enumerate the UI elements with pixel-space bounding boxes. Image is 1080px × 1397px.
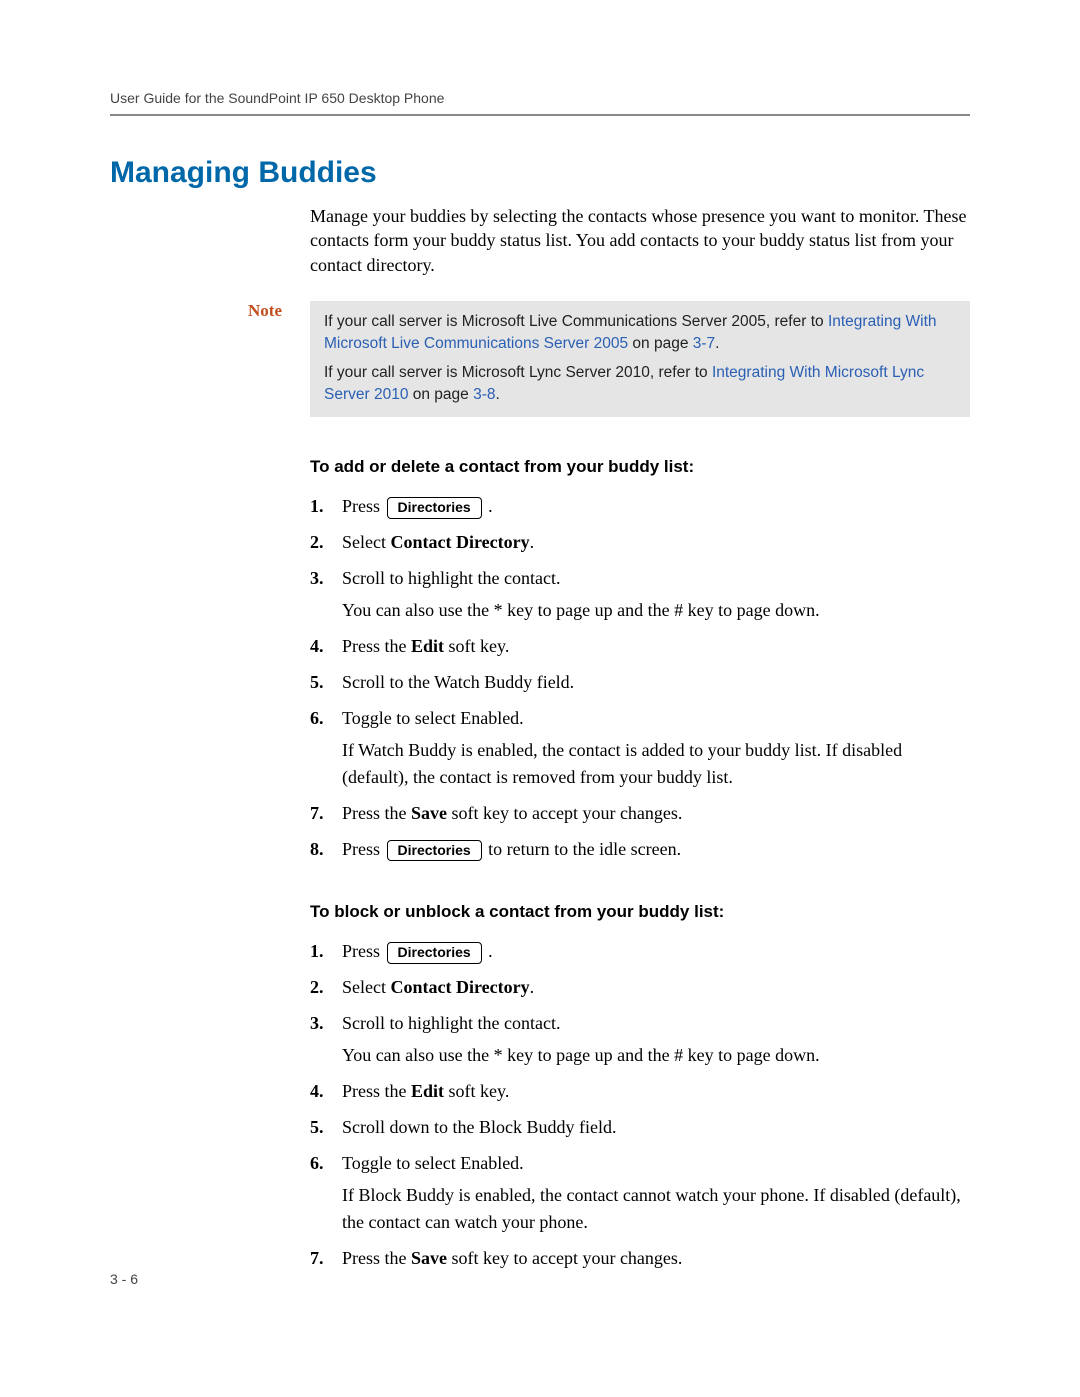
step: Toggle to select Enabled. If Watch Buddy… (310, 705, 970, 789)
directories-button-icon: Directories (387, 942, 482, 964)
running-header: User Guide for the SoundPoint IP 650 Des… (110, 90, 970, 116)
step: Toggle to select Enabled. If Block Buddy… (310, 1150, 970, 1234)
page: User Guide for the SoundPoint IP 650 Des… (0, 0, 1080, 1397)
step-text: Scroll to highlight the contact. (342, 1013, 560, 1033)
note-text: If your call server is Microsoft Lync Se… (324, 364, 712, 381)
step: Scroll to highlight the contact. You can… (310, 1010, 970, 1068)
directories-button-icon: Directories (387, 497, 482, 519)
procedure-title: To block or unblock a contact from your … (310, 902, 970, 922)
step-list: Press Directories . Select Contact Direc… (310, 493, 970, 862)
note-block: Note If your call server is Microsoft Li… (110, 301, 970, 417)
step-text: Toggle to select Enabled. (342, 708, 524, 728)
intro-paragraph: Manage your buddies by selecting the con… (310, 204, 970, 277)
note-text: . (715, 335, 719, 352)
procedure-1: To add or delete a contact from your bud… (310, 457, 970, 1271)
step-text: soft key. (444, 636, 509, 656)
step-text: . (488, 941, 493, 961)
step-bold: Contact Directory (390, 532, 529, 552)
step-list: Press Directories . Select Contact Direc… (310, 938, 970, 1271)
step-bold: Contact Directory (390, 977, 529, 997)
note-label: Note (110, 301, 310, 417)
step: Select Contact Directory. (310, 974, 970, 1000)
step-text: soft key to accept your changes. (447, 803, 682, 823)
step: Press Directories . (310, 493, 970, 519)
step-text: Press the (342, 803, 411, 823)
step: Press the Edit soft key. (310, 633, 970, 659)
step-text: soft key to accept your changes. (447, 1248, 682, 1268)
step-text: to return to the idle screen. (488, 839, 681, 859)
step: Press Directories . (310, 938, 970, 964)
procedure-title: To add or delete a contact from your bud… (310, 457, 970, 477)
step: Select Contact Directory. (310, 529, 970, 555)
step-bold: Save (411, 803, 447, 823)
page-number: 3 - 6 (110, 1271, 138, 1287)
note-text: If your call server is Microsoft Live Co… (324, 313, 828, 330)
note-page-ref[interactable]: 3-7 (693, 335, 715, 352)
step-text: Select (342, 532, 390, 552)
note-line-1: If your call server is Microsoft Live Co… (324, 311, 956, 356)
step-bold: Edit (411, 636, 444, 656)
step-text: . (530, 977, 535, 997)
step-text: . (488, 496, 493, 516)
step-bold: Edit (411, 1081, 444, 1101)
step: Press Directories to return to the idle … (310, 836, 970, 862)
directories-button-icon: Directories (387, 840, 482, 862)
step: Scroll to highlight the contact. You can… (310, 565, 970, 623)
step: Scroll to the Watch Buddy field. (310, 669, 970, 695)
step: Press the Save soft key to accept your c… (310, 1245, 970, 1271)
note-page-ref[interactable]: 3-8 (473, 386, 495, 403)
step-bold: Save (411, 1248, 447, 1268)
step-text: Toggle to select Enabled. (342, 1153, 524, 1173)
body-column: Manage your buddies by selecting the con… (310, 204, 970, 277)
step-subtext: If Block Buddy is enabled, the contact c… (342, 1182, 970, 1234)
note-body: If your call server is Microsoft Live Co… (310, 301, 970, 417)
step-text: Scroll to the Watch Buddy field. (342, 672, 574, 692)
step-subtext: You can also use the * key to page up an… (342, 1042, 970, 1068)
step-text: soft key. (444, 1081, 509, 1101)
step-text: Press the (342, 1081, 411, 1101)
step: Press the Save soft key to accept your c… (310, 800, 970, 826)
section-title: Managing Buddies (110, 156, 970, 190)
step-subtext: If Watch Buddy is enabled, the contact i… (342, 737, 970, 789)
step-text: Select (342, 977, 390, 997)
step-subtext: You can also use the * key to page up an… (342, 597, 970, 623)
step-text: Press the (342, 636, 411, 656)
step: Press the Edit soft key. (310, 1078, 970, 1104)
note-text: . (496, 386, 500, 403)
step-text: Press (342, 839, 385, 859)
note-text: on page (628, 335, 693, 352)
step-text: Scroll down to the Block Buddy field. (342, 1117, 616, 1137)
step-text: Press (342, 496, 385, 516)
step-text: . (530, 532, 535, 552)
note-line-2: If your call server is Microsoft Lync Se… (324, 362, 956, 407)
note-text: on page (408, 386, 473, 403)
step-text: Scroll to highlight the contact. (342, 568, 560, 588)
step: Scroll down to the Block Buddy field. (310, 1114, 970, 1140)
step-text: Press (342, 941, 385, 961)
step-text: Press the (342, 1248, 411, 1268)
